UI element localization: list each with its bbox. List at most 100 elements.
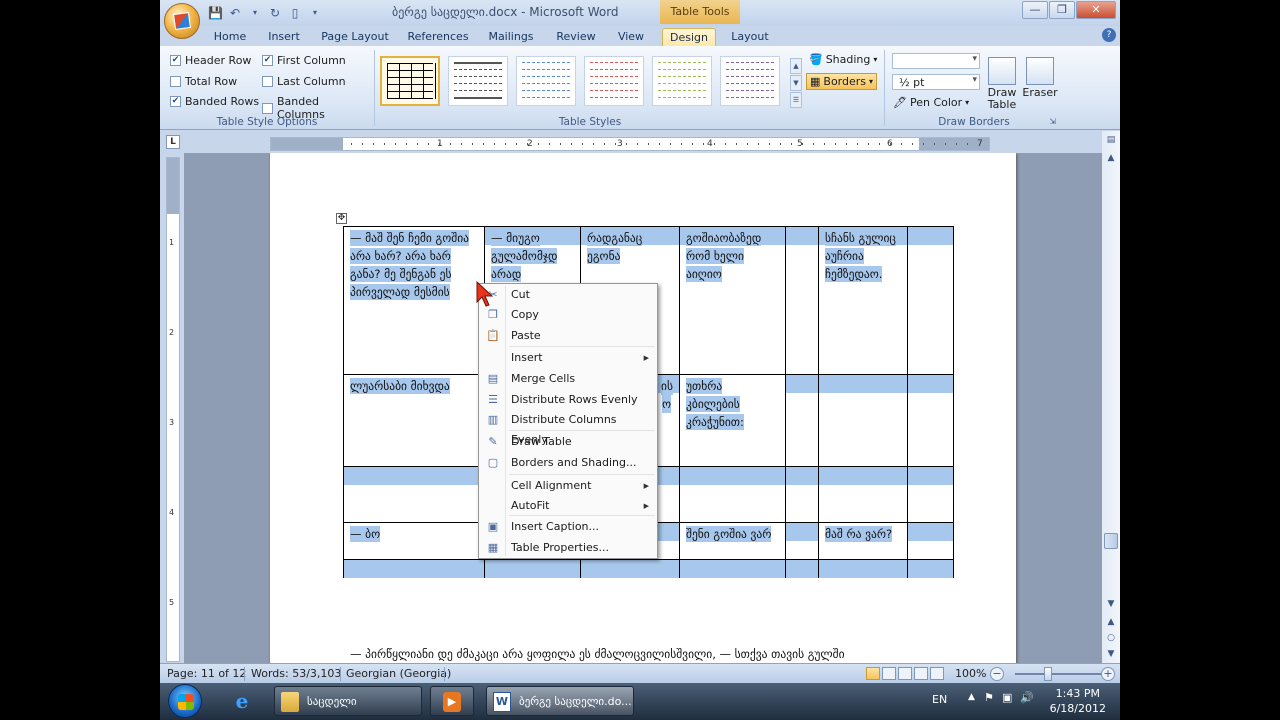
context-menu-item-insert-caption[interactable]: ▣ Insert Caption...	[481, 517, 655, 537]
table-cell[interactable]	[580, 559, 680, 578]
scroll-down-arrow-icon[interactable]: ▼	[1103, 597, 1119, 611]
volume-icon[interactable]: 🔊	[1020, 691, 1034, 704]
table-cell[interactable]	[785, 522, 819, 560]
context-menu-item-distribute-columns-evenly[interactable]: ▥ Distribute Columns Evenly	[481, 410, 655, 446]
new-document-icon[interactable]: ▯	[288, 6, 302, 20]
gallery-more-icon[interactable]: ☰	[790, 92, 802, 108]
vertical-scrollbar[interactable]: ▤ ▲ ▼ ▲ ○ ▼	[1102, 131, 1120, 663]
context-menu-item-draw-table[interactable]: ✎ Draw Table	[481, 432, 655, 452]
scroll-up-arrow-icon[interactable]: ▲	[1103, 151, 1119, 165]
pen-color-button[interactable]: 🖊 Pen Color ▾	[890, 95, 972, 110]
table-cell[interactable]	[785, 466, 819, 523]
body-paragraph[interactable]: — პირწყლიანი დე ძმაკაცი არა ყოფილა ეს ძმ…	[350, 647, 845, 661]
table-cell[interactable]	[907, 226, 954, 375]
select-browse-object-icon[interactable]: ○	[1103, 631, 1119, 645]
total-row-checkbox[interactable]	[170, 76, 181, 87]
close-button[interactable]: ✕	[1076, 1, 1116, 19]
shading-button[interactable]: 🪣 Shading ▾	[806, 52, 880, 67]
line-style-dropdown[interactable]	[892, 53, 980, 69]
tab-view[interactable]: View	[610, 28, 652, 46]
line-weight-dropdown[interactable]: ½ pt	[892, 74, 980, 90]
maximize-button[interactable]: ❐	[1049, 1, 1075, 19]
first-column-option[interactable]: ✔ First Column	[262, 54, 346, 67]
last-column-option[interactable]: Last Column	[262, 75, 346, 88]
table-cell[interactable]: გოშიაობაზედ რომ ხელი აიღიო	[679, 226, 786, 375]
context-menu-item-merge-cells[interactable]: ▤ Merge Cells	[481, 369, 655, 389]
tab-home[interactable]: Home	[206, 28, 254, 46]
action-center-flag-icon[interactable]: ⚑	[984, 691, 994, 704]
table-cell[interactable]	[818, 559, 908, 578]
context-menu-item-autofit[interactable]: AutoFit ▶	[481, 496, 655, 516]
customize-qat-icon[interactable]: ▾	[308, 6, 322, 20]
web-layout-icon[interactable]	[898, 667, 912, 680]
system-clock[interactable]: 1:43 PM 6/18/2012	[1050, 686, 1106, 716]
table-cell[interactable]	[907, 522, 954, 560]
eraser-button[interactable]: Eraser	[1022, 57, 1058, 99]
gallery-down-arrow-icon[interactable]: ▼	[790, 75, 802, 91]
table-style-thumb-2[interactable]	[448, 56, 508, 106]
table-cell[interactable]	[343, 466, 485, 523]
table-move-handle-icon[interactable]: ✥	[336, 213, 347, 224]
table-cell[interactable]	[785, 374, 819, 467]
network-icon[interactable]: ▣	[1002, 691, 1012, 704]
horizontal-ruler[interactable]: 1234567	[270, 137, 990, 151]
tab-page-layout[interactable]: Page Layout	[318, 28, 392, 46]
table-cell[interactable]	[907, 374, 954, 467]
dialog-launcher-icon[interactable]: ⇲	[1049, 117, 1056, 126]
table-style-thumb-3[interactable]	[516, 56, 576, 106]
table-cell[interactable]	[343, 559, 485, 578]
zoom-in-button[interactable]: +	[1101, 667, 1115, 681]
start-button[interactable]	[168, 684, 202, 718]
internet-explorer-icon[interactable]: e	[226, 686, 258, 716]
input-language[interactable]: EN	[932, 693, 947, 706]
zoom-level[interactable]: 100%	[955, 667, 986, 680]
page-indicator[interactable]: Page: 11 of 12	[167, 667, 246, 680]
first-column-checkbox[interactable]: ✔	[262, 55, 273, 66]
undo-icon[interactable]: ↶	[228, 6, 242, 20]
header-row-option[interactable]: ✔ Header Row	[170, 54, 251, 67]
table-style-thumb-4[interactable]	[584, 56, 644, 106]
table-cell[interactable]: — ბო	[343, 522, 485, 560]
ruler-toggle-icon[interactable]: ▤	[1103, 133, 1119, 147]
vertical-ruler[interactable]: 123456	[166, 157, 180, 697]
minimize-button[interactable]: —	[1022, 1, 1048, 19]
zoom-slider-track[interactable]	[1015, 673, 1101, 675]
office-button[interactable]	[164, 3, 200, 39]
save-icon[interactable]: 💾	[208, 6, 223, 20]
table-style-thumb-6[interactable]	[720, 56, 780, 106]
table-cell[interactable]	[818, 466, 908, 523]
redo-icon[interactable]: ↻	[268, 6, 282, 20]
context-menu-item-insert[interactable]: Insert ▶	[481, 348, 655, 368]
table-cell[interactable]: სჩანს გულიც აუჩრია ჩემზედაო.	[818, 226, 908, 375]
table-cell[interactable]	[907, 559, 954, 578]
table-cell[interactable]	[907, 466, 954, 523]
tab-design[interactable]: Design	[662, 28, 716, 46]
table-cell[interactable]: შენი გოშია ვარ	[679, 522, 786, 560]
taskbar-media-player[interactable]: ▶	[430, 686, 474, 716]
tab-layout[interactable]: Layout	[724, 28, 776, 46]
borders-button[interactable]: ▦ Borders ▾	[806, 73, 878, 90]
total-row-option[interactable]: Total Row	[170, 75, 237, 88]
banded-columns-checkbox[interactable]	[262, 102, 273, 114]
language-indicator[interactable]: Georgian (Georgia)	[346, 667, 451, 680]
table-style-thumb-1[interactable]	[380, 56, 440, 106]
print-layout-view-icon[interactable]	[866, 667, 880, 680]
full-screen-reading-icon[interactable]	[882, 667, 896, 680]
table-cell[interactable]	[679, 466, 786, 523]
undo-dropdown-icon[interactable]: ▾	[248, 6, 262, 20]
help-icon[interactable]: ?	[1102, 28, 1116, 42]
tab-insert[interactable]: Insert	[260, 28, 308, 46]
draw-table-button[interactable]: Draw Table	[984, 57, 1020, 111]
outline-view-icon[interactable]	[914, 667, 928, 680]
context-menu-item-cell-alignment[interactable]: Cell Alignment ▶	[481, 476, 655, 496]
previous-page-icon[interactable]: ▲	[1103, 615, 1119, 629]
context-menu-item-cut[interactable]: ✂ Cut	[481, 285, 655, 305]
zoom-out-button[interactable]: −	[990, 667, 1004, 681]
taskbar-word-window[interactable]: W ბერგე საცდელი.do...	[486, 686, 634, 716]
table-cell[interactable]	[484, 559, 581, 578]
draft-view-icon[interactable]	[930, 667, 944, 680]
context-menu-item-copy[interactable]: ❐ Copy	[481, 305, 655, 325]
header-row-checkbox[interactable]: ✔	[170, 55, 181, 66]
banded-rows-checkbox[interactable]: ✔	[170, 96, 181, 107]
tab-mailings[interactable]: Mailings	[482, 28, 540, 46]
